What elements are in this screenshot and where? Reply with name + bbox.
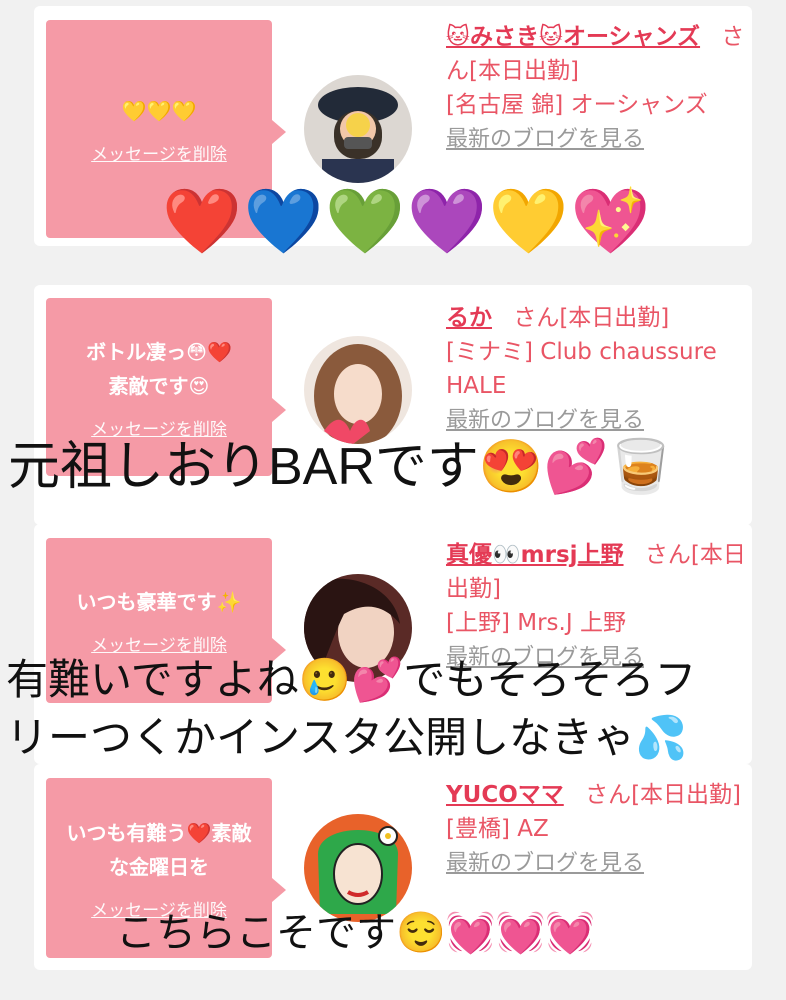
delete-message-link[interactable]: メッセージを削除 <box>91 140 227 165</box>
profile-info: るか さん[本日出勤] [ミナミ] Club chaussure HALE 最新… <box>446 301 746 438</box>
work-status: [本日出勤] <box>559 305 670 331</box>
overlay-caption-3: リーつくかインスタ公開しなきゃ💦 <box>6 714 688 761</box>
message-text: いつも豪華です✨ <box>76 590 242 614</box>
profile-info: YUCOママ さん[本日出勤] [豊橋] AZ 最新のブログを見る <box>446 778 746 881</box>
shop-label: [豊橋] AZ <box>446 816 549 842</box>
cast-name-link[interactable]: 🐱みさき🐱オーシャンズ <box>446 24 700 50</box>
shop-label: [上野] Mrs.J 上野 <box>446 610 626 636</box>
overlay-caption-2: 有難いですよね🥲💕でもそろそろフ <box>6 656 697 703</box>
honorific: さん <box>585 782 632 808</box>
overlay-caption-1: 元祖しおりBARです😍💕🥃 <box>8 438 674 496</box>
cast-name-link[interactable]: 真優👀mrsj上野 <box>446 542 624 568</box>
hearts-sticker: ❤️💙💚💜💛💖 <box>162 185 653 257</box>
latest-blog-link[interactable]: 最新のブログを見る <box>446 127 644 152</box>
honorific: さん <box>513 305 560 331</box>
work-status: [本日出勤] <box>631 782 742 808</box>
honorific: さん <box>644 542 691 568</box>
overlay-caption-4: こちらこそです😌💓💓💓 <box>116 911 596 955</box>
cast-name-link[interactable]: るか <box>446 305 492 331</box>
message-text: 💛💛💛 <box>121 98 197 123</box>
profile-info: 🐱みさき🐱オーシャンズ さん[本日出勤] [名古屋 錦] オーシャンズ 最新のブ… <box>446 20 746 157</box>
message-text: ボトル凄っ😳❤️ 素敵です😍 <box>86 339 232 398</box>
shop-label: [ミナミ] Club chaussure HALE <box>446 339 717 399</box>
work-status: [本日出勤] <box>469 58 579 84</box>
shop-label: [名古屋 錦] オーシャンズ <box>446 92 708 118</box>
message-text: いつも有難う❤️素敵な金曜日を <box>66 820 252 879</box>
avatar[interactable] <box>304 75 412 183</box>
cast-name-link[interactable]: YUCOママ <box>446 782 564 808</box>
latest-blog-link[interactable]: 最新のブログを見る <box>446 851 644 876</box>
